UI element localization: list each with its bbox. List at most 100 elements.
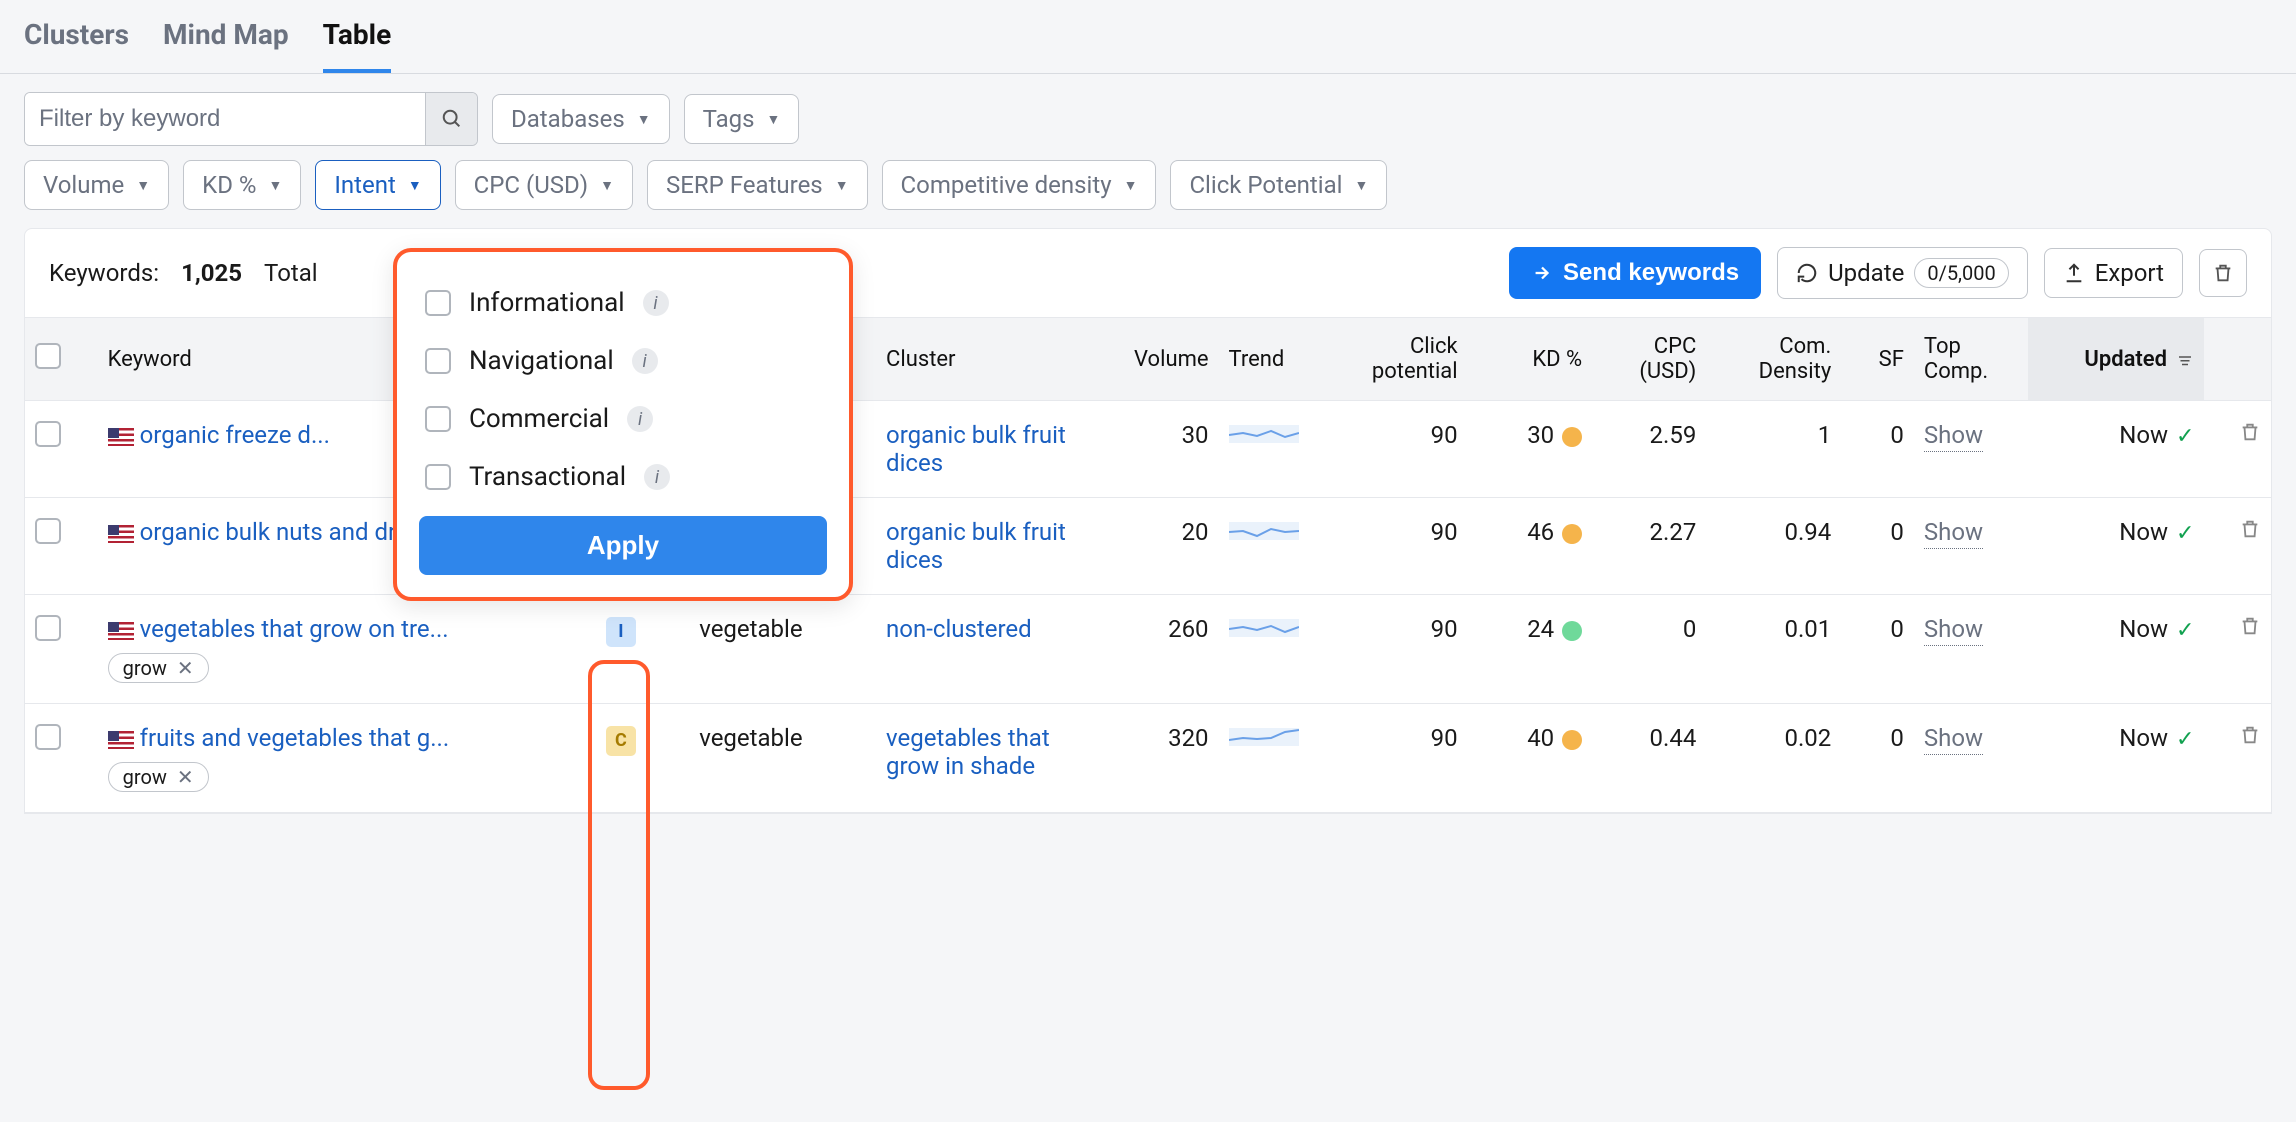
kd-value: 46 (1468, 498, 1593, 595)
check-icon: ✓ (2176, 618, 2194, 643)
volume-filter-label: Volume (43, 171, 124, 199)
competitive-filter-label: Competitive density (901, 171, 1112, 199)
check-icon: ✓ (2176, 424, 2194, 449)
chevron-down-icon: ▼ (408, 177, 422, 194)
checkbox[interactable] (425, 464, 451, 490)
chevron-down-icon: ▼ (1355, 177, 1369, 194)
sf-value: 0 (1841, 498, 1914, 595)
summary-bar: Keywords: 1,025 Total 40.56% Send keywor… (24, 228, 2272, 318)
intent-badge: C (606, 726, 636, 756)
row-checkbox[interactable] (35, 615, 61, 641)
chevron-down-icon: ▼ (637, 111, 651, 128)
checkbox[interactable] (425, 290, 451, 316)
tags-filter[interactable]: Tags ▼ (684, 94, 800, 144)
col-cluster[interactable]: Cluster (876, 318, 1084, 401)
trend-sparkline (1229, 518, 1299, 542)
competitive-density-filter[interactable]: Competitive density ▼ (882, 160, 1157, 210)
keyword-filter (24, 92, 478, 146)
cpc-filter[interactable]: CPC (USD) ▼ (455, 160, 633, 210)
tab-table[interactable]: Table (323, 18, 392, 73)
tab-mindmap[interactable]: Mind Map (163, 18, 289, 73)
send-keywords-button[interactable]: Send keywords (1509, 247, 1761, 299)
row-checkbox[interactable] (35, 421, 61, 447)
tag-chip[interactable]: grow ✕ (108, 653, 209, 683)
col-updated[interactable]: Updated (2028, 318, 2204, 401)
col-volume[interactable]: Volume (1084, 318, 1219, 401)
cpc-value: 0 (1592, 595, 1706, 704)
info-icon[interactable]: i (627, 406, 653, 432)
delete-row-button[interactable] (2239, 518, 2261, 546)
intent-option-label: Transactional (469, 462, 626, 492)
info-icon[interactable]: i (644, 464, 670, 490)
intent-option-commercial[interactable]: Commercial i (419, 390, 827, 448)
cluster-link[interactable]: non-clustered (886, 615, 1032, 643)
delete-row-button[interactable] (2239, 724, 2261, 752)
intent-option-informational[interactable]: Informational i (419, 274, 827, 332)
serp-filter-label: SERP Features (666, 171, 823, 199)
remove-tag-icon[interactable]: ✕ (177, 656, 194, 680)
click-potential-value: 90 (1322, 704, 1467, 813)
row-checkbox[interactable] (35, 518, 61, 544)
delete-row-button[interactable] (2239, 615, 2261, 643)
col-top-comp[interactable]: Top Comp. (1914, 318, 2028, 401)
col-kd[interactable]: KD % (1468, 318, 1593, 401)
intent-apply-button[interactable]: Apply (419, 516, 827, 575)
checkbox[interactable] (425, 406, 451, 432)
seed-keyword: vegetable (689, 595, 876, 704)
update-button[interactable]: Update 0/5,000 (1777, 247, 2028, 299)
row-checkbox[interactable] (35, 724, 61, 750)
updated-value: Now✓ (2028, 595, 2204, 704)
show-top-comp-link[interactable]: Show (1924, 724, 1983, 755)
intent-filter[interactable]: Intent ▼ (315, 160, 440, 210)
col-click-potential[interactable]: Click potential (1322, 318, 1467, 401)
info-icon[interactable]: i (643, 290, 669, 316)
kd-filter[interactable]: KD % ▼ (183, 160, 301, 210)
cpc-value: 2.59 (1592, 401, 1706, 498)
show-top-comp-link[interactable]: Show (1924, 421, 1983, 452)
info-icon[interactable]: i (632, 348, 658, 374)
volume-filter[interactable]: Volume ▼ (24, 160, 169, 210)
intent-option-navigational[interactable]: Navigational i (419, 332, 827, 390)
cluster-link[interactable]: organic bulk fruit dices (886, 421, 1066, 477)
show-top-comp-link[interactable]: Show (1924, 518, 1983, 549)
click-potential-filter[interactable]: Click Potential ▼ (1170, 160, 1387, 210)
cpc-value: 2.27 (1592, 498, 1706, 595)
trend-sparkline (1229, 615, 1299, 639)
delete-all-button[interactable] (2199, 249, 2247, 297)
table-row: organic freeze d... C fruit organic bulk… (25, 401, 2271, 498)
serp-features-filter[interactable]: SERP Features ▼ (647, 160, 868, 210)
keyword-link[interactable]: fruits and vegetables that g... (140, 724, 450, 752)
col-cpc[interactable]: CPC (USD) (1592, 318, 1706, 401)
cluster-link[interactable]: organic bulk fruit dices (886, 518, 1066, 574)
cpc-value: 0.44 (1592, 704, 1706, 813)
remove-tag-icon[interactable]: ✕ (177, 765, 194, 789)
kd-filter-label: KD % (202, 171, 256, 199)
table-row: vegetables that grow on tre... grow ✕ I … (25, 595, 2271, 704)
tag-chip[interactable]: grow ✕ (108, 762, 209, 792)
keyword-filter-input[interactable] (25, 93, 425, 145)
tab-clusters[interactable]: Clusters (24, 18, 129, 73)
intent-dropdown: Informational i Navigational i Commercia… (393, 248, 853, 601)
delete-row-button[interactable] (2239, 421, 2261, 449)
show-top-comp-link[interactable]: Show (1924, 615, 1983, 646)
col-sf[interactable]: SF (1841, 318, 1914, 401)
col-com-density[interactable]: Com. Density (1706, 318, 1841, 401)
tags-filter-label: Tags (703, 105, 755, 133)
cluster-link[interactable]: vegetables that grow in shade (886, 724, 1050, 780)
keywords-label: Keywords: (49, 259, 159, 287)
col-trend[interactable]: Trend (1219, 318, 1323, 401)
checkbox[interactable] (425, 348, 451, 374)
view-tabs: Clusters Mind Map Table (0, 0, 2296, 74)
databases-filter[interactable]: Databases ▼ (492, 94, 670, 144)
keyword-link[interactable]: vegetables that grow on tre... (140, 615, 449, 643)
click-potential-value: 90 (1322, 498, 1467, 595)
intent-option-transactional[interactable]: Transactional i (419, 448, 827, 506)
us-flag-icon (108, 525, 134, 543)
select-all-checkbox[interactable] (35, 343, 61, 369)
cpc-filter-label: CPC (USD) (474, 171, 588, 199)
com-density-value: 0.02 (1706, 704, 1841, 813)
search-button[interactable] (425, 93, 477, 145)
table-row: organic bulk nuts and dried ... C bulk o… (25, 498, 2271, 595)
keyword-link[interactable]: organic freeze d... (140, 421, 330, 449)
export-button[interactable]: Export (2044, 248, 2183, 298)
